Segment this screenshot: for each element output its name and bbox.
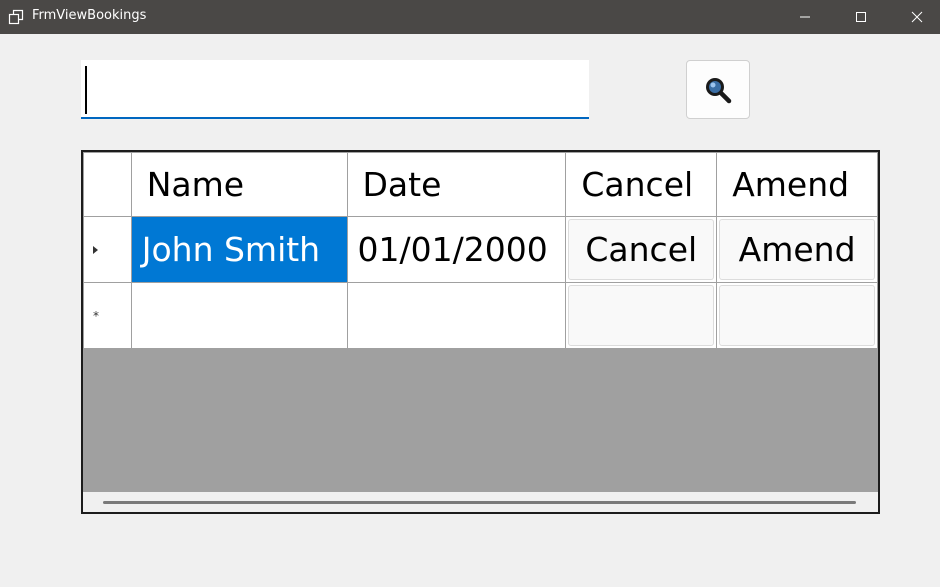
bookings-grid[interactable]: Name Date Cancel Amend John Smith 01/01/… <box>81 150 880 514</box>
new-cell-amend <box>716 282 878 349</box>
new-cell-date[interactable] <box>346 282 567 349</box>
minimize-icon <box>800 16 810 18</box>
new-row-cancel-button[interactable] <box>568 285 715 346</box>
horizontal-scrollbar[interactable] <box>83 492 878 512</box>
minimize-button[interactable] <box>782 0 828 34</box>
search-input[interactable] <box>81 60 589 119</box>
cell-name[interactable]: John Smith <box>130 216 348 283</box>
row-header-new[interactable]: * <box>83 282 132 349</box>
current-row-arrow-icon <box>93 245 98 254</box>
new-row-amend-button[interactable] <box>719 285 875 346</box>
new-row-asterisk-icon: * <box>93 308 99 323</box>
search-button[interactable] <box>686 60 750 119</box>
title-bar: FrmViewBookings <box>0 0 940 34</box>
app-icon <box>8 9 24 25</box>
column-header-name[interactable]: Name <box>130 152 348 217</box>
maximize-button[interactable] <box>838 0 884 34</box>
top-left-header-cell[interactable] <box>83 152 132 217</box>
table-row[interactable]: John Smith 01/01/2000 Cancel Amend <box>83 216 878 283</box>
amend-booking-button[interactable]: Amend <box>719 219 875 280</box>
maximize-icon <box>856 12 866 22</box>
cancel-booking-button[interactable]: Cancel <box>568 219 715 280</box>
window-title: FrmViewBookings <box>32 8 147 23</box>
new-row[interactable]: * <box>83 282 878 349</box>
cell-cancel: Cancel <box>565 216 718 283</box>
column-header-cancel[interactable]: Cancel <box>565 152 718 217</box>
close-icon <box>911 11 923 23</box>
text-caret <box>85 66 87 114</box>
column-header-date[interactable]: Date <box>346 152 567 217</box>
cell-date[interactable]: 01/01/2000 <box>346 216 567 283</box>
scrollbar-thumb[interactable] <box>103 501 856 504</box>
row-header-current[interactable] <box>83 216 132 283</box>
column-header-amend[interactable]: Amend <box>716 152 878 217</box>
close-button[interactable] <box>894 0 940 34</box>
new-cell-name[interactable] <box>130 282 348 349</box>
cell-amend: Amend <box>716 216 878 283</box>
header-row: Name Date Cancel Amend <box>83 152 878 217</box>
search-magnifier-icon <box>706 77 732 103</box>
new-cell-cancel <box>565 282 718 349</box>
bookings-table: Name Date Cancel Amend John Smith 01/01/… <box>83 152 878 349</box>
